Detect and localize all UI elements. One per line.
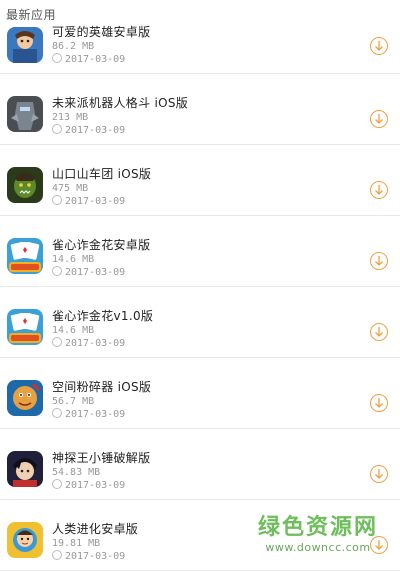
list-item[interactable]: 神探王小锤破解版 54.83 MB 2017-03-09	[0, 429, 400, 500]
app-size: 14.6 MB	[52, 254, 95, 265]
download-circle-icon	[375, 185, 383, 195]
download-circle-icon	[375, 327, 383, 337]
app-size: 213 MB	[52, 112, 89, 123]
clock-icon	[52, 550, 62, 560]
evolution-icon[interactable]	[7, 522, 43, 558]
download-circle-icon	[375, 256, 383, 266]
download-circle-icon	[375, 114, 383, 124]
app-name[interactable]: 山口山车团 iOS版	[52, 167, 360, 182]
download-button[interactable]	[370, 181, 388, 199]
detective-icon[interactable]	[7, 451, 43, 487]
app-size: 475 MB	[52, 183, 89, 194]
download-button[interactable]	[370, 37, 388, 55]
app-name[interactable]: 可爱的英雄安卓版	[52, 25, 360, 40]
app-date: 2017-03-09	[52, 53, 360, 66]
date-text: 2017-03-09	[65, 338, 126, 349]
clock-icon	[52, 124, 62, 134]
app-size: 54.83 MB	[52, 467, 101, 478]
list-item[interactable]: 雀心诈金花安卓版 14.6 MB 2017-03-09	[0, 216, 400, 287]
download-button[interactable]	[370, 465, 388, 483]
orc-icon[interactable]	[7, 167, 43, 203]
download-button[interactable]	[370, 252, 388, 270]
date-text: 2017-03-09	[65, 409, 126, 420]
space-smash-icon[interactable]	[7, 380, 43, 416]
app-date: 2017-03-09	[52, 408, 360, 421]
watermark-title: 绿色资源网	[258, 515, 379, 540]
app-size: 56.7 MB	[52, 396, 95, 407]
date-text: 2017-03-09	[65, 480, 126, 491]
card-game-icon[interactable]	[7, 238, 43, 274]
date-text: 2017-03-09	[65, 196, 126, 207]
download-circle-icon	[375, 398, 383, 408]
app-date: 2017-03-09	[52, 195, 360, 208]
app-date: 2017-03-09	[52, 337, 360, 350]
clock-icon	[52, 266, 62, 276]
download-button[interactable]	[370, 323, 388, 341]
date-text: 2017-03-09	[65, 551, 126, 562]
list-item[interactable]: 可爱的英雄安卓版 86.2 MB 2017-03-09	[0, 18, 400, 74]
card-game-icon[interactable]	[7, 309, 43, 345]
clock-icon	[52, 53, 62, 63]
app-size: 86.2 MB	[52, 41, 95, 52]
list-item[interactable]: 山口山车团 iOS版 475 MB 2017-03-09	[0, 145, 400, 216]
clock-icon	[52, 195, 62, 205]
clock-icon	[52, 337, 62, 347]
watermark-url: www.downcc.com	[265, 541, 371, 554]
app-name[interactable]: 未来派机器人格斗 iOS版	[52, 96, 360, 111]
date-text: 2017-03-09	[65, 54, 126, 65]
download-circle-icon	[375, 41, 383, 51]
robot-fight-icon[interactable]	[7, 96, 43, 132]
download-button[interactable]	[370, 110, 388, 128]
download-circle-icon	[375, 469, 383, 479]
list-item[interactable]: 未来派机器人格斗 iOS版 213 MB 2017-03-09	[0, 74, 400, 145]
app-date: 2017-03-09	[52, 479, 360, 492]
app-size: 14.6 MB	[52, 325, 95, 336]
app-name[interactable]: 雀心诈金花v1.0版	[52, 309, 360, 324]
app-name[interactable]: 雀心诈金花安卓版	[52, 238, 360, 253]
list-item[interactable]: 雀心诈金花v1.0版 14.6 MB 2017-03-09	[0, 287, 400, 358]
clock-icon	[52, 479, 62, 489]
download-button[interactable]	[370, 394, 388, 412]
date-text: 2017-03-09	[65, 267, 126, 278]
watermark: 绿色资源网 www.downcc.com	[258, 515, 378, 554]
app-date: 2017-03-09	[52, 124, 360, 137]
date-text: 2017-03-09	[65, 125, 126, 136]
app-name[interactable]: 神探王小锤破解版	[52, 451, 360, 466]
list-item[interactable]: 空间粉碎器 iOS版 56.7 MB 2017-03-09	[0, 358, 400, 429]
clock-icon	[52, 408, 62, 418]
app-list: 可爱的英雄安卓版 86.2 MB 2017-03-09 未来派机器人格斗 iOS…	[0, 18, 400, 571]
hero-icon[interactable]	[7, 27, 43, 63]
app-name[interactable]: 空间粉碎器 iOS版	[52, 380, 360, 395]
app-date: 2017-03-09	[52, 266, 360, 279]
